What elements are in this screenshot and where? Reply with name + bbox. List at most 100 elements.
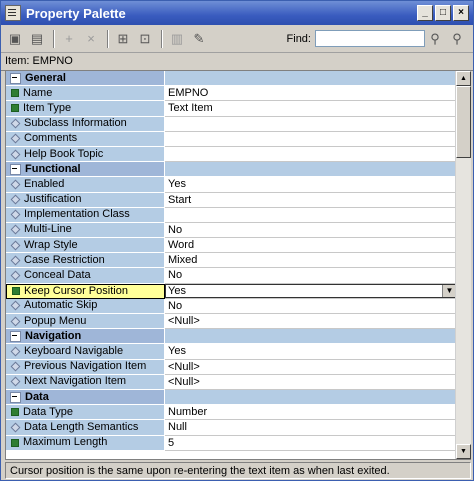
search-previous-icon[interactable]: ⚲ — [425, 29, 445, 49]
property-class-icon[interactable]: ⊡ — [135, 29, 155, 49]
property-name-cell[interactable]: Next Navigation Item — [6, 374, 165, 390]
property-row[interactable]: Multi-Line No — [6, 222, 457, 239]
property-row[interactable]: Keyboard Navigable Yes — [6, 344, 457, 360]
property-row[interactable]: Automatic Skip No — [6, 298, 457, 314]
property-group-header[interactable]: Functional — [6, 162, 457, 178]
property-row[interactable]: Subclass Information — [6, 116, 457, 132]
property-name-cell[interactable]: Keyboard Navigable — [6, 344, 165, 360]
property-name-cell[interactable]: Enabled — [6, 177, 165, 193]
property-row[interactable]: Maximum Length 5 — [6, 435, 457, 451]
property-value-cell[interactable] — [165, 131, 457, 147]
chevron-down-icon[interactable]: ▼ — [442, 284, 456, 297]
search-next-icon[interactable]: ⚲ — [447, 29, 467, 49]
property-name-cell[interactable]: Comments — [6, 131, 165, 147]
property-row[interactable]: Conceal Data No — [6, 268, 457, 284]
property-name-cell[interactable]: Popup Menu — [6, 314, 165, 330]
property-name-cell[interactable]: Previous Navigation Item — [6, 359, 165, 375]
property-value-cell[interactable] — [165, 146, 457, 163]
title-bar[interactable]: Property Palette _ □ × — [1, 1, 473, 25]
property-value-cell[interactable]: <Null> — [165, 374, 457, 390]
property-value-cell[interactable]: <Null> — [165, 359, 457, 375]
property-row[interactable]: Popup Menu <Null> — [6, 314, 457, 330]
property-row[interactable]: Name EMPNO — [6, 86, 457, 102]
property-value-cell[interactable]: Null — [165, 420, 457, 436]
scroll-up-icon[interactable]: ▲ — [456, 71, 471, 86]
property-value-cell[interactable]: Text Item — [165, 101, 457, 117]
property-row[interactable]: Help Book Topic — [6, 146, 457, 163]
property-value-cell[interactable]: Start — [165, 192, 457, 208]
property-value-cell[interactable]: Yes ▼ — [165, 283, 457, 299]
property-name-cell[interactable]: Name — [6, 86, 165, 102]
property-name-cell[interactable]: Wrap Style — [6, 238, 165, 254]
property-row[interactable]: Data Length Semantics Null — [6, 420, 457, 436]
property-value-cell[interactable]: No — [165, 298, 457, 314]
property-name-cell[interactable]: Data Length Semantics — [6, 420, 165, 436]
maximize-button[interactable]: □ — [435, 5, 451, 21]
property-name-cell[interactable]: Navigation — [6, 329, 165, 345]
delete-property-icon[interactable]: × — [81, 29, 101, 49]
property-name-cell[interactable]: Automatic Skip — [6, 298, 165, 314]
add-property-icon[interactable]: + — [59, 29, 79, 49]
property-value-cell[interactable]: Word — [165, 238, 457, 254]
property-name-cell[interactable]: Data — [6, 389, 165, 406]
property-name-cell[interactable]: Keep Cursor Position — [6, 283, 165, 299]
property-row[interactable]: Case Restriction Mixed — [6, 253, 457, 269]
vertical-scrollbar[interactable]: ▲ ▼ — [455, 71, 471, 459]
property-value-cell[interactable] — [165, 116, 457, 132]
property-name-cell[interactable]: Justification — [6, 192, 165, 208]
default-property-icon — [10, 209, 21, 220]
copy-properties-icon[interactable]: ▣ — [5, 29, 25, 49]
property-name-cell[interactable]: Case Restriction — [6, 253, 165, 269]
property-name-cell[interactable]: General — [6, 71, 165, 87]
property-row[interactable]: Implementation Class — [6, 207, 457, 223]
property-value-cell[interactable]: Yes — [165, 177, 457, 193]
property-group-header[interactable]: Data — [6, 389, 457, 406]
collapse-icon[interactable] — [10, 330, 21, 342]
property-row[interactable]: Wrap Style Word — [6, 238, 457, 254]
property-value-cell[interactable]: Yes — [165, 344, 457, 360]
property-row[interactable]: Enabled Yes — [6, 177, 457, 193]
property-name-cell[interactable]: Maximum Length — [6, 435, 165, 451]
property-value-cell[interactable]: Mixed — [165, 253, 457, 269]
property-name-cell[interactable]: Multi-Line — [6, 222, 165, 239]
scroll-down-icon[interactable]: ▼ — [456, 444, 471, 459]
property-row[interactable]: Item Type Text Item — [6, 101, 457, 117]
property-name-cell[interactable]: Conceal Data — [6, 268, 165, 284]
property-value: Text Item — [168, 102, 213, 115]
collapse-icon[interactable] — [10, 163, 21, 175]
find-input[interactable] — [315, 30, 425, 47]
property-row[interactable]: Keep Cursor Position Yes ▼ — [6, 283, 457, 299]
property-value-cell[interactable]: No — [165, 222, 457, 239]
property-row[interactable]: Justification Start — [6, 192, 457, 208]
property-value-select[interactable]: Yes ▼ — [165, 283, 457, 298]
paste-properties-icon[interactable]: ▤ — [27, 29, 47, 49]
property-name-cell[interactable]: Help Book Topic — [6, 146, 165, 163]
property-group-header[interactable]: General — [6, 71, 457, 87]
property-name-cell[interactable]: Implementation Class — [6, 207, 165, 223]
property-value-cell[interactable]: 5 — [165, 435, 457, 451]
property-value-cell — [165, 71, 457, 87]
property-rows: General Name EMPNO Item Type Text Item Subcla… — [6, 71, 457, 451]
property-name-cell[interactable]: Item Type — [6, 101, 165, 117]
property-value-cell[interactable] — [165, 207, 457, 223]
property-row[interactable]: Data Type Number — [6, 405, 457, 421]
collapse-icon[interactable] — [10, 391, 21, 403]
property-name-cell[interactable]: Subclass Information — [6, 116, 165, 132]
property-value-cell[interactable]: Number — [165, 405, 457, 421]
minimize-button[interactable]: _ — [417, 5, 433, 21]
property-group-header[interactable]: Navigation — [6, 329, 457, 345]
property-value-cell[interactable]: No — [165, 268, 457, 284]
scrollbar-thumb[interactable] — [456, 86, 471, 158]
collapse-icon[interactable] — [10, 72, 21, 84]
intersection-union-icon[interactable]: ⊞ — [113, 29, 133, 49]
property-name-cell[interactable]: Data Type — [6, 405, 165, 421]
inherit-icon[interactable]: ▥ — [167, 29, 187, 49]
property-name-cell[interactable]: Functional — [6, 162, 165, 178]
property-value-cell[interactable]: <Null> — [165, 314, 457, 330]
close-button[interactable]: × — [453, 5, 469, 21]
property-row[interactable]: Previous Navigation Item <Null> — [6, 359, 457, 375]
freeze-pin-icon[interactable]: ✎ — [189, 29, 209, 49]
property-row[interactable]: Next Navigation Item <Null> — [6, 374, 457, 390]
property-value-cell[interactable]: EMPNO — [165, 86, 457, 102]
property-row[interactable]: Comments — [6, 131, 457, 147]
